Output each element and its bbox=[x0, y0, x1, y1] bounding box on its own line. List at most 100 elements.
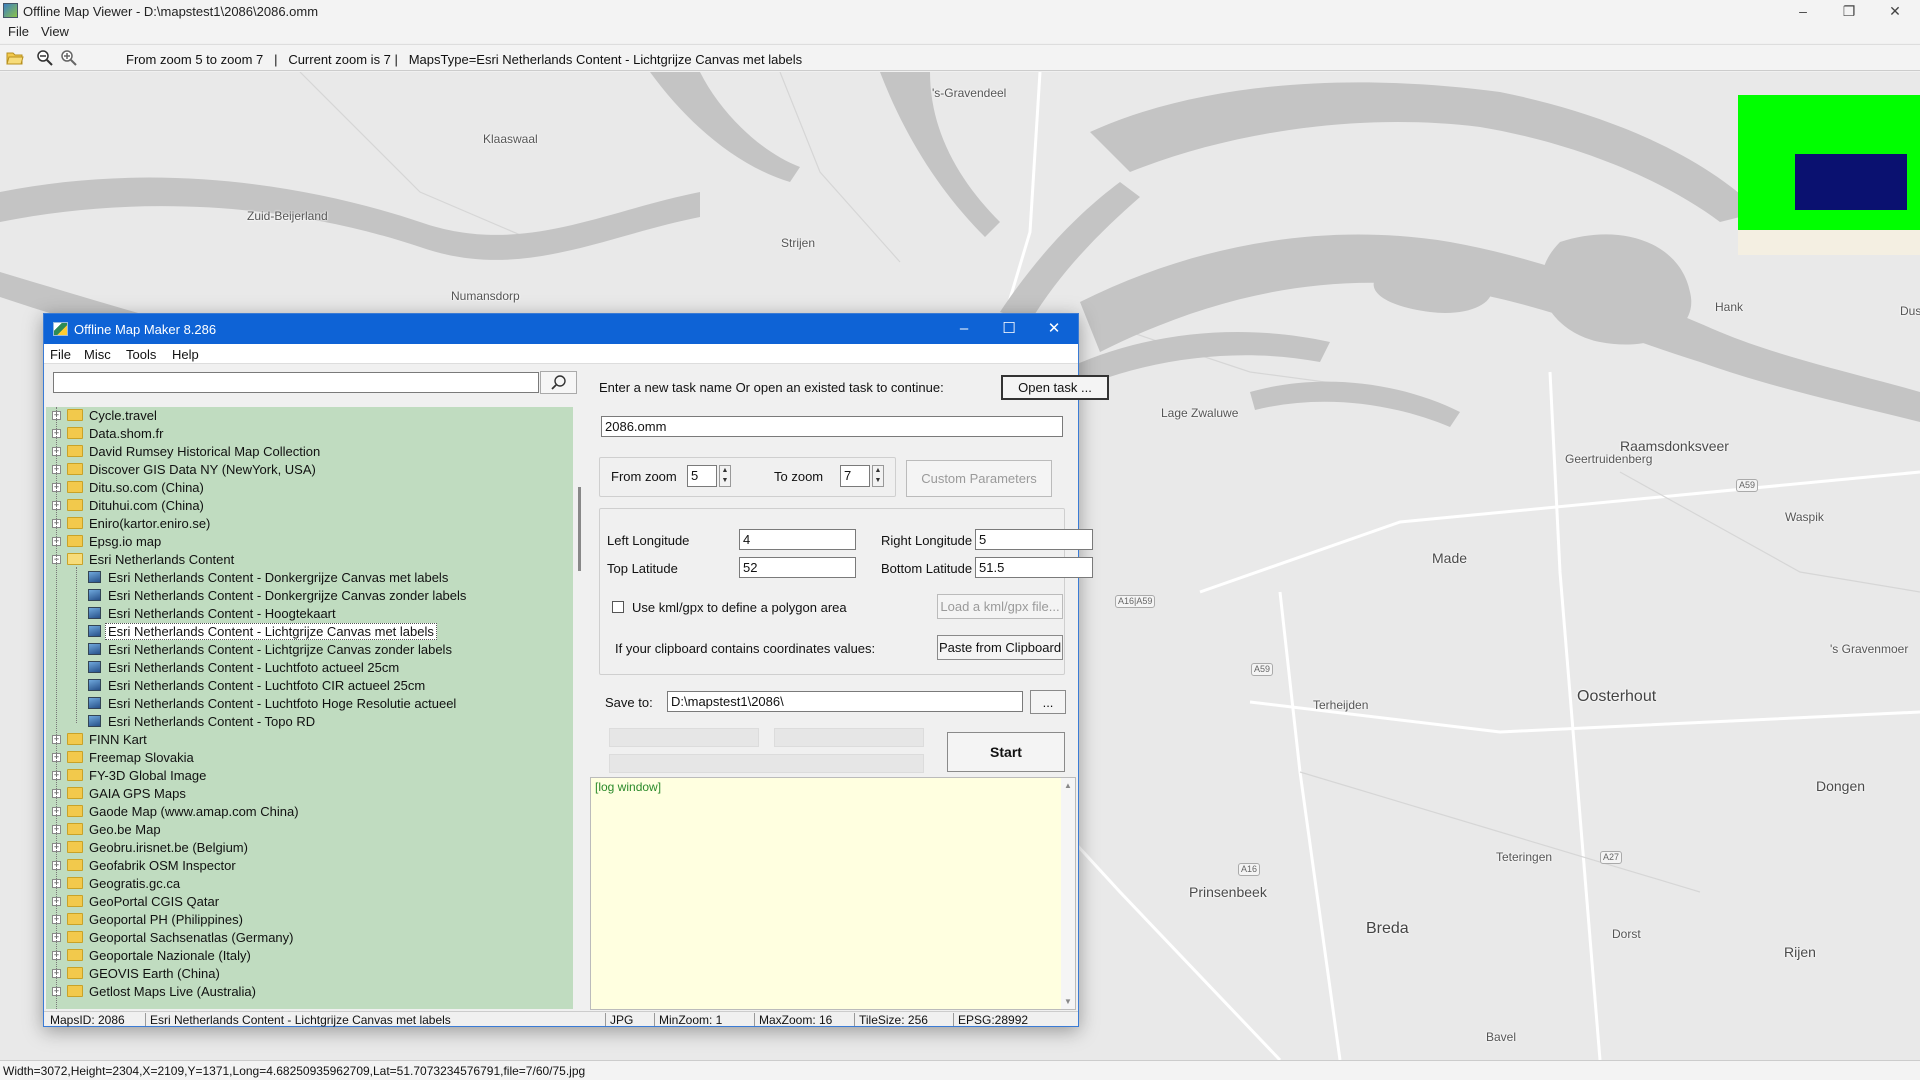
viewer-title: Offline Map Viewer - D:\mapstest1\2086\2… bbox=[23, 4, 319, 19]
place-label: Terheijden bbox=[1313, 698, 1369, 712]
task-name-input[interactable]: 2086.omm bbox=[601, 416, 1063, 437]
open-task-button[interactable]: Open task ... bbox=[1001, 375, 1109, 400]
tree-map-item[interactable]: Esri Netherlands Content - Lichtgrijze C… bbox=[52, 623, 567, 641]
save-to-input[interactable]: D:\mapstest1\2086\ bbox=[667, 691, 1023, 712]
tree-folder-item[interactable]: + Geoportal PH (Philippines) bbox=[52, 911, 567, 929]
tree-item-label: Esri Netherlands Content - Topo RD bbox=[108, 714, 316, 729]
tree-map-item[interactable]: Esri Netherlands Content - Donkergrijze … bbox=[52, 569, 567, 587]
tree-folder-item[interactable]: − Esri Netherlands Content bbox=[52, 551, 567, 569]
tree-scrollbar[interactable] bbox=[573, 407, 587, 1009]
scroll-down-icon[interactable]: ▼ bbox=[1064, 997, 1072, 1006]
search-button[interactable] bbox=[540, 371, 577, 394]
tree-folder-item[interactable]: + FINN Kart bbox=[52, 731, 567, 749]
kml-checkbox-label: Use kml/gpx to define a polygon area bbox=[632, 600, 847, 615]
maker-menu-misc[interactable]: Misc bbox=[84, 347, 111, 362]
start-button[interactable]: Start bbox=[947, 732, 1065, 772]
tree-folder-item[interactable]: + GeoPortal CGIS Qatar bbox=[52, 893, 567, 911]
status-separator bbox=[605, 1013, 606, 1026]
tree-folder-item[interactable]: + Epsg.io map bbox=[52, 533, 567, 551]
tree-folder-item[interactable]: + Ditu.so.com (China) bbox=[52, 479, 567, 497]
tree-item-label: Esri Netherlands Content - Luchtfoto CIR… bbox=[108, 678, 426, 693]
tree-item-label: Esri Netherlands Content - Donkergrijze … bbox=[108, 570, 449, 585]
kml-checkbox[interactable] bbox=[612, 601, 624, 613]
tree-folder-item[interactable]: + GEOVIS Earth (China) bbox=[52, 965, 567, 983]
tree-folder-item[interactable]: + Discover GIS Data NY (NewYork, USA) bbox=[52, 461, 567, 479]
maker-minimize-icon[interactable]: – bbox=[949, 317, 979, 341]
maker-menu-help[interactable]: Help bbox=[172, 347, 199, 362]
custom-parameters-button[interactable]: Custom Parameters bbox=[906, 460, 1052, 497]
road-shield: A16 bbox=[1238, 863, 1261, 876]
menu-file[interactable]: File bbox=[8, 24, 29, 39]
log-window[interactable]: [log window] ▲ ▼ bbox=[590, 777, 1076, 1010]
place-label: Prinsenbeek bbox=[1189, 884, 1267, 900]
tree-folder-item[interactable]: + Cycle.travel bbox=[52, 407, 567, 425]
tree-folder-item[interactable]: + Data.shom.fr bbox=[52, 425, 567, 443]
tree-folder-item[interactable]: + GAIA GPS Maps bbox=[52, 785, 567, 803]
tree-map-item[interactable]: Esri Netherlands Content - Lichtgrijze C… bbox=[52, 641, 567, 659]
place-label: Strijen bbox=[781, 236, 816, 250]
tree-item-label: GAIA GPS Maps bbox=[89, 786, 186, 801]
tree-folder-item[interactable]: + Freemap Slovakia bbox=[52, 749, 567, 767]
overview-viewport-marker[interactable] bbox=[1795, 154, 1907, 210]
to-zoom-label: To zoom bbox=[774, 469, 824, 484]
tree-item-label: Dituhui.com (China) bbox=[89, 498, 204, 513]
paste-from-clipboard-button[interactable]: Paste from Clipboard bbox=[937, 635, 1063, 660]
maker-maximize-icon[interactable]: ☐ bbox=[994, 317, 1024, 341]
tree-folder-item[interactable]: + Eniro(kartor.eniro.se) bbox=[52, 515, 567, 533]
menu-view[interactable]: View bbox=[41, 24, 69, 39]
tree-folder-item[interactable]: + Geogratis.gc.ca bbox=[52, 875, 567, 893]
tree-folder-item[interactable]: + Gaode Map (www.amap.com China) bbox=[52, 803, 567, 821]
overview-map[interactable] bbox=[1738, 95, 1920, 255]
to-zoom-stepper[interactable]: ▲ ▼ bbox=[872, 465, 884, 487]
close-icon[interactable]: ✕ bbox=[1872, 0, 1918, 22]
scroll-up-icon[interactable]: ▲ bbox=[1064, 781, 1072, 790]
tree-folder-item[interactable]: + Geo.be Map bbox=[52, 821, 567, 839]
place-label: Dongen bbox=[1816, 778, 1866, 794]
bottom-latitude-input[interactable]: 51.5 bbox=[975, 557, 1093, 578]
tree-map-item[interactable]: Esri Netherlands Content - Luchtfoto Hog… bbox=[52, 695, 567, 713]
maker-close-icon[interactable]: ✕ bbox=[1039, 317, 1069, 341]
restore-icon[interactable]: ❐ bbox=[1826, 0, 1872, 22]
map-source-tree[interactable]: + Cycle.travel + Data.shom.fr + David Rumsey … bbox=[46, 407, 573, 1009]
tree-item-label: Geogratis.gc.ca bbox=[89, 876, 181, 891]
tree-scrollbar-thumb[interactable] bbox=[578, 487, 581, 571]
status-maps-name: Esri Netherlands Content - Lichtgrijze C… bbox=[150, 1013, 451, 1027]
progress-bar-1 bbox=[609, 728, 759, 747]
tree-map-item[interactable]: Esri Netherlands Content - Donkergrijze … bbox=[52, 587, 567, 605]
tree-folder-item[interactable]: + Geobru.irisnet.be (Belgium) bbox=[52, 839, 567, 857]
source-search-input[interactable] bbox=[53, 372, 539, 393]
load-kml-button[interactable]: Load a kml/gpx file... bbox=[937, 594, 1063, 619]
from-zoom-input[interactable]: 5 bbox=[687, 465, 717, 487]
from-zoom-stepper[interactable]: ▲ ▼ bbox=[719, 465, 731, 487]
browse-button[interactable]: ... bbox=[1030, 690, 1066, 714]
open-folder-icon[interactable] bbox=[6, 49, 24, 67]
folder-open-icon bbox=[67, 553, 83, 565]
tree-folder-item[interactable]: + Dituhui.com (China) bbox=[52, 497, 567, 515]
minimize-icon[interactable]: – bbox=[1780, 0, 1826, 22]
top-latitude-input[interactable]: 52 bbox=[739, 557, 856, 578]
tree-folder-item[interactable]: + FY-3D Global Image bbox=[52, 767, 567, 785]
zoom-in-icon[interactable] bbox=[60, 49, 78, 67]
tree-item-label: Esri Netherlands Content bbox=[89, 552, 235, 567]
tree-folder-item[interactable]: + Geoportal Sachsenatlas (Germany) bbox=[52, 929, 567, 947]
left-longitude-input[interactable]: 4 bbox=[739, 529, 856, 550]
status-min-zoom: MinZoom: 1 bbox=[659, 1013, 723, 1027]
maker-menu-file[interactable]: File bbox=[50, 347, 71, 362]
tree-folder-item[interactable]: + Geoportale Nazionale (Italy) bbox=[52, 947, 567, 965]
tree-connector-line bbox=[76, 567, 77, 723]
viewer-toolbar: From zoom 5 to zoom 7 | Current zoom is … bbox=[0, 44, 1920, 71]
tree-map-item[interactable]: Esri Netherlands Content - Luchtfoto CIR… bbox=[52, 677, 567, 695]
tree-folder-item[interactable]: + Geofabrik OSM Inspector bbox=[52, 857, 567, 875]
maker-menu-tools[interactable]: Tools bbox=[126, 347, 156, 362]
to-zoom-input[interactable]: 7 bbox=[840, 465, 870, 487]
map-layer-icon bbox=[88, 571, 101, 583]
right-longitude-input[interactable]: 5 bbox=[975, 529, 1093, 550]
zoom-info-text: From zoom 5 to zoom 7 | Current zoom is … bbox=[126, 52, 803, 67]
tree-map-item[interactable]: Esri Netherlands Content - Hoogtekaart bbox=[52, 605, 567, 623]
zoom-out-icon[interactable] bbox=[36, 49, 54, 67]
log-scrollbar[interactable]: ▲ ▼ bbox=[1061, 778, 1075, 1009]
tree-folder-item[interactable]: + David Rumsey Historical Map Collection bbox=[52, 443, 567, 461]
tree-map-item[interactable]: Esri Netherlands Content - Topo RD bbox=[52, 713, 567, 731]
tree-map-item[interactable]: Esri Netherlands Content - Luchtfoto act… bbox=[52, 659, 567, 677]
tree-folder-item[interactable]: + Getlost Maps Live (Australia) bbox=[52, 983, 567, 1001]
